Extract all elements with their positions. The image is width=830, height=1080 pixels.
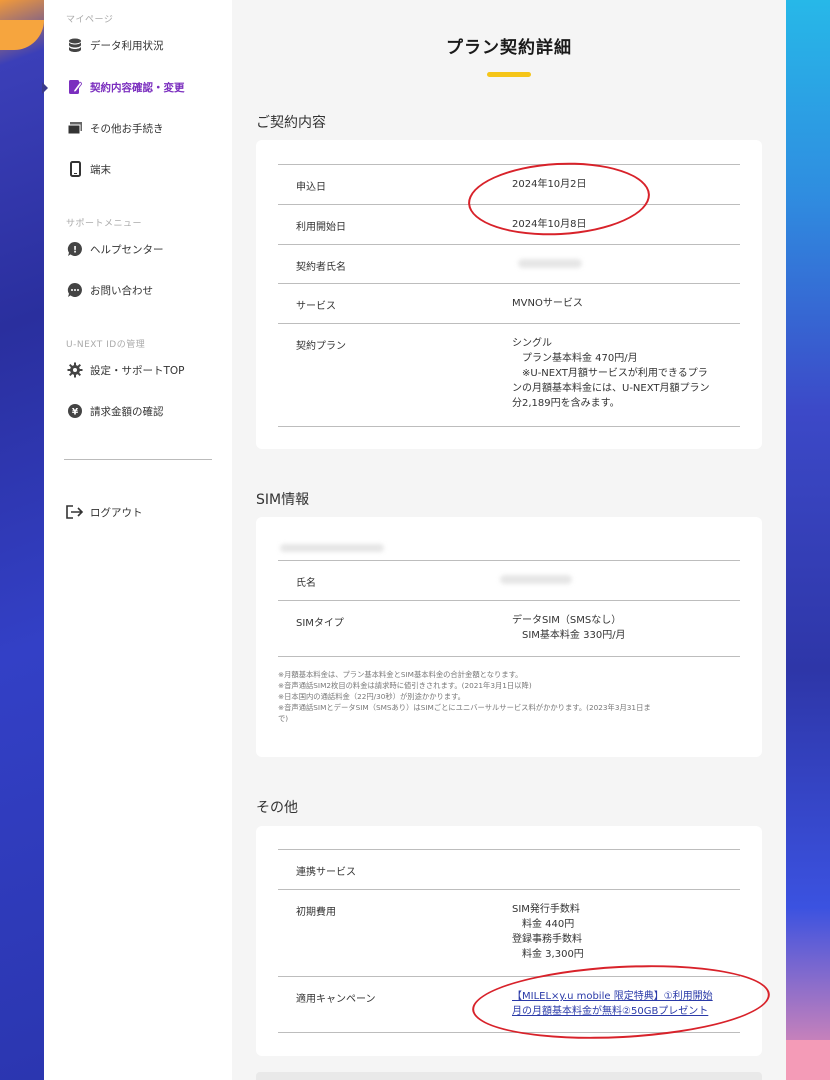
- sidebar-item-device[interactable]: 端末: [66, 158, 111, 180]
- smartphone-icon: [66, 160, 84, 178]
- orange-blob: [0, 20, 44, 50]
- contract-heading: ご契約内容: [256, 115, 326, 131]
- background-decoration-right: [786, 0, 830, 1080]
- sidebar-item-label: 設定・サポートTOP: [90, 364, 185, 377]
- page-title: プラン契約詳細: [446, 38, 572, 58]
- sidebar-section-unext: U-NEXT IDの管理: [66, 340, 146, 350]
- linked-service-label: 連携サービス: [296, 867, 356, 878]
- plan-label: 契約プラン: [296, 341, 346, 352]
- apply-date-label: 申込日: [296, 182, 326, 193]
- other-heading: その他: [256, 800, 298, 816]
- service-value: MVNOサービス: [512, 298, 583, 309]
- sidebar-divider: [64, 459, 212, 460]
- logout-button[interactable]: ログアウト: [66, 501, 143, 523]
- sidebar-item-data-usage[interactable]: データ利用状況: [66, 34, 164, 56]
- row-linked-service: 連携サービス: [278, 849, 740, 889]
- sim-type-label: SIMタイプ: [296, 618, 344, 629]
- help-icon: !: [66, 240, 84, 258]
- chat-icon: [66, 281, 84, 299]
- gear-icon: [66, 361, 84, 379]
- sidebar-item-billing[interactable]: ¥ 請求金額の確認: [66, 400, 164, 422]
- redacted-sim-name: [500, 575, 572, 584]
- next-card-edge: [256, 1072, 762, 1080]
- sim-note: ※日本国内の通話料金（22円/30秒）が別途かかります。: [278, 692, 465, 701]
- row-service: サービス MVNOサービス: [278, 283, 740, 323]
- active-indicator-icon: [42, 82, 48, 94]
- sidebar-item-label: ヘルプセンター: [90, 243, 164, 256]
- sim-notes: ※月額基本料金は、プラン基本料金とSIM基本料金の合計金額となります。 ※音声通…: [278, 669, 758, 724]
- sim-type-value: データSIM（SMSなし） SIM基本料金 330円/月: [512, 615, 626, 641]
- sidebar-item-contract[interactable]: 契約内容確認・変更: [66, 76, 185, 98]
- contract-edit-icon: [66, 78, 84, 96]
- sidebar-item-label: その他お手続き: [90, 122, 164, 135]
- start-date-label: 利用開始日: [296, 222, 346, 233]
- row-plan: 契約プラン シングル プラン基本料金 470円/月 ※U-NEXT月額サービスが…: [278, 323, 740, 427]
- database-icon: [66, 36, 84, 54]
- sidebar-section-mypage: マイページ: [66, 15, 114, 25]
- row-holder-name: 契約者氏名: [278, 244, 740, 284]
- service-label: サービス: [296, 301, 336, 312]
- logout-icon: [66, 503, 84, 521]
- plan-value: シングル プラン基本料金 470円/月 ※U-NEXT月額サービスが利用できるプ…: [512, 338, 710, 409]
- campaign-label: 適用キャンペーン: [296, 994, 376, 1005]
- initial-cost-value: SIM発行手数料 料金 440円 登録事務手数料 料金 3,300円: [512, 904, 584, 960]
- sidebar-item-settings-top[interactable]: 設定・サポートTOP: [66, 359, 185, 381]
- yen-icon: ¥: [66, 402, 84, 420]
- main-content: プラン契約詳細 ご契約内容 申込日 2024年10月2日 利用開始日 2024年…: [232, 0, 786, 1080]
- holder-name-label: 契約者氏名: [296, 262, 346, 273]
- svg-text:¥: ¥: [72, 408, 79, 418]
- sidebar-item-label: 端末: [90, 163, 111, 176]
- sidebar-section-support: サポートメニュー: [66, 219, 143, 229]
- sim-note: ※音声通話SIMとデータSIM（SMSあり）はSIMごとにユニバーサルサービス料…: [278, 703, 651, 712]
- logout-label: ログアウト: [90, 506, 143, 519]
- initial-cost-label: 初期費用: [296, 907, 336, 918]
- sim-card: 氏名 SIMタイプ データSIM（SMSなし） SIM基本料金 330円/月 ※…: [256, 517, 762, 757]
- sidebar-item-label: 契約内容確認・変更: [90, 81, 185, 94]
- sim-name-label: 氏名: [296, 578, 316, 589]
- sidebar-item-label: お問い合わせ: [90, 284, 153, 297]
- sidebar-item-help-center[interactable]: ! ヘルプセンター: [66, 238, 164, 260]
- title-underline: [487, 72, 531, 77]
- sim-note: ※音声通話SIM2枚目の料金は請求時に値引きされます。(2021年3月1日以降): [278, 681, 532, 690]
- pink-blob: [786, 1040, 830, 1080]
- sidebar-item-contact[interactable]: お問い合わせ: [66, 279, 153, 301]
- cards-icon: [66, 119, 84, 137]
- row-sim-type: SIMタイプ データSIM（SMSなし） SIM基本料金 330円/月: [278, 600, 740, 657]
- sidebar: マイページ データ利用状況 契約内容確認・変更 その他お手続き 端末 サポートメ…: [42, 0, 232, 1080]
- sim-note: で): [278, 714, 289, 723]
- redacted-sim-id: [280, 544, 384, 552]
- background-decoration-left: [0, 0, 44, 1080]
- sim-note: ※月額基本料金は、プラン基本料金とSIM基本料金の合計金額となります。: [278, 670, 523, 679]
- sidebar-item-label: データ利用状況: [90, 39, 164, 52]
- redacted-name: [518, 259, 582, 268]
- row-initial-cost: 初期費用 SIM発行手数料 料金 440円 登録事務手数料 料金 3,300円: [278, 889, 740, 976]
- sidebar-item-other-procedures[interactable]: その他お手続き: [66, 117, 164, 139]
- row-sim-name: 氏名: [278, 560, 740, 600]
- sidebar-item-label: 請求金額の確認: [90, 405, 164, 418]
- svg-text:!: !: [73, 246, 77, 256]
- sim-heading: SIM情報: [256, 492, 310, 508]
